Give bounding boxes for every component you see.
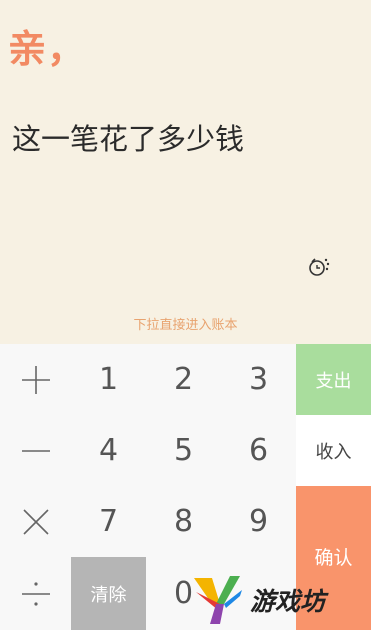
key-8[interactable]: 8 bbox=[146, 486, 221, 557]
watermark: 游戏坊 bbox=[190, 570, 371, 630]
divide-key[interactable] bbox=[0, 557, 71, 630]
key-6[interactable]: 6 bbox=[221, 415, 296, 486]
key-5[interactable]: 5 bbox=[146, 415, 221, 486]
amount-prompt: 这一笔花了多少钱 bbox=[12, 122, 245, 156]
multiply-key[interactable] bbox=[0, 486, 71, 557]
bell-mic-icon[interactable] bbox=[306, 253, 332, 279]
clear-button[interactable]: 清除 bbox=[71, 557, 146, 630]
pull-down-hint: 下拉直接进入账本 bbox=[133, 318, 238, 333]
key-1[interactable]: 1 bbox=[71, 344, 146, 415]
watermark-logo-icon bbox=[194, 576, 242, 624]
minus-key[interactable] bbox=[0, 415, 71, 486]
key-3[interactable]: 3 bbox=[221, 344, 296, 415]
input-area: 亲， 这一笔花了多少钱 下拉直接进入账本 bbox=[0, 0, 371, 344]
key-2[interactable]: 2 bbox=[146, 344, 221, 415]
divide-icon bbox=[21, 581, 50, 606]
watermark-text: 游戏坊 bbox=[250, 587, 326, 616]
key-7[interactable]: 7 bbox=[71, 486, 146, 557]
expense-button[interactable]: 支出 bbox=[296, 344, 371, 415]
income-button[interactable]: 收入 bbox=[296, 415, 371, 486]
minus-icon bbox=[21, 449, 50, 452]
key-9[interactable]: 9 bbox=[221, 486, 296, 557]
plus-key[interactable] bbox=[0, 344, 71, 415]
key-4[interactable]: 4 bbox=[71, 415, 146, 486]
plus-icon bbox=[21, 365, 50, 394]
multiply-icon bbox=[22, 508, 49, 535]
greeting-text: 亲， bbox=[8, 27, 87, 71]
